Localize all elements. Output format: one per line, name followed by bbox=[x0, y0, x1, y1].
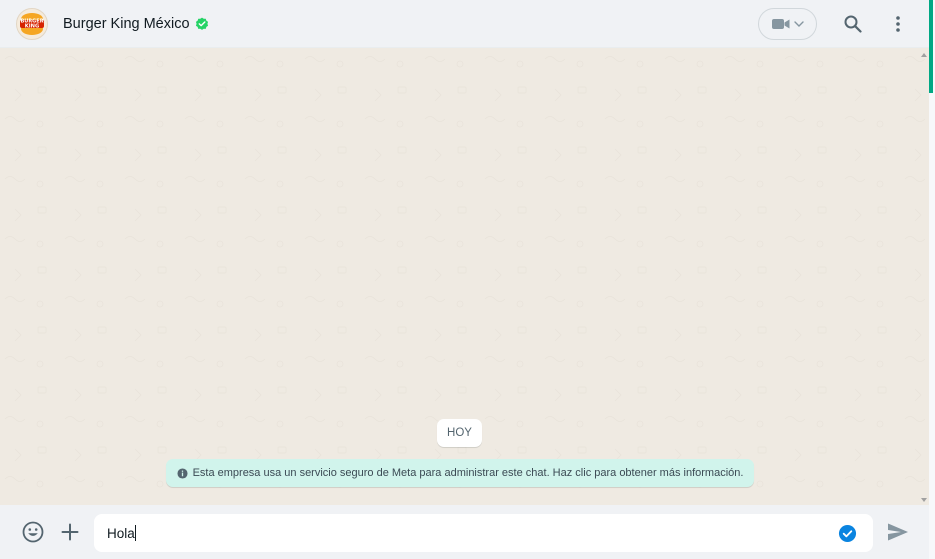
search-icon bbox=[844, 15, 862, 33]
contact-avatar[interactable]: BURGER KING bbox=[16, 7, 48, 40]
verified-badge-icon bbox=[195, 17, 208, 30]
menu-button[interactable] bbox=[878, 4, 918, 44]
contact-name[interactable]: Burger King México bbox=[63, 16, 190, 32]
burger-king-logo: BURGER KING bbox=[20, 12, 44, 35]
attach-button[interactable] bbox=[50, 512, 90, 552]
video-camera-icon bbox=[771, 19, 789, 29]
avatar-text-bottom: KING bbox=[25, 23, 40, 29]
kebab-menu-icon bbox=[896, 16, 900, 32]
plus-icon bbox=[61, 523, 79, 541]
encryption-info-banner[interactable]: Esta empresa usa un servicio seguro de M… bbox=[166, 459, 754, 487]
scroll-up-arrow[interactable] bbox=[921, 53, 927, 57]
message-input-text[interactable]: Hola bbox=[107, 526, 135, 541]
message-input[interactable]: Hola bbox=[94, 514, 873, 552]
search-button[interactable] bbox=[833, 4, 873, 44]
header-actions bbox=[758, 0, 929, 48]
video-call-button[interactable] bbox=[758, 8, 817, 40]
send-icon bbox=[888, 523, 908, 541]
emoji-icon bbox=[22, 521, 44, 543]
accent-bar bbox=[929, 0, 933, 93]
info-banner-text: Esta empresa usa un servicio seguro de M… bbox=[192, 467, 744, 479]
chat-header: BURGER KING Burger King México bbox=[0, 0, 929, 48]
message-list[interactable]: HOY Esta empresa usa un servicio seguro … bbox=[0, 49, 929, 505]
check-circle-icon[interactable] bbox=[838, 524, 857, 543]
scroll-down-arrow[interactable] bbox=[921, 498, 927, 502]
text-caret bbox=[134, 525, 136, 541]
date-separator: HOY bbox=[437, 419, 482, 447]
emoji-button[interactable] bbox=[13, 512, 53, 552]
composer-bar: Hola bbox=[0, 505, 929, 559]
chevron-down-icon bbox=[793, 21, 804, 27]
send-button[interactable] bbox=[878, 512, 918, 552]
info-icon bbox=[177, 467, 188, 479]
